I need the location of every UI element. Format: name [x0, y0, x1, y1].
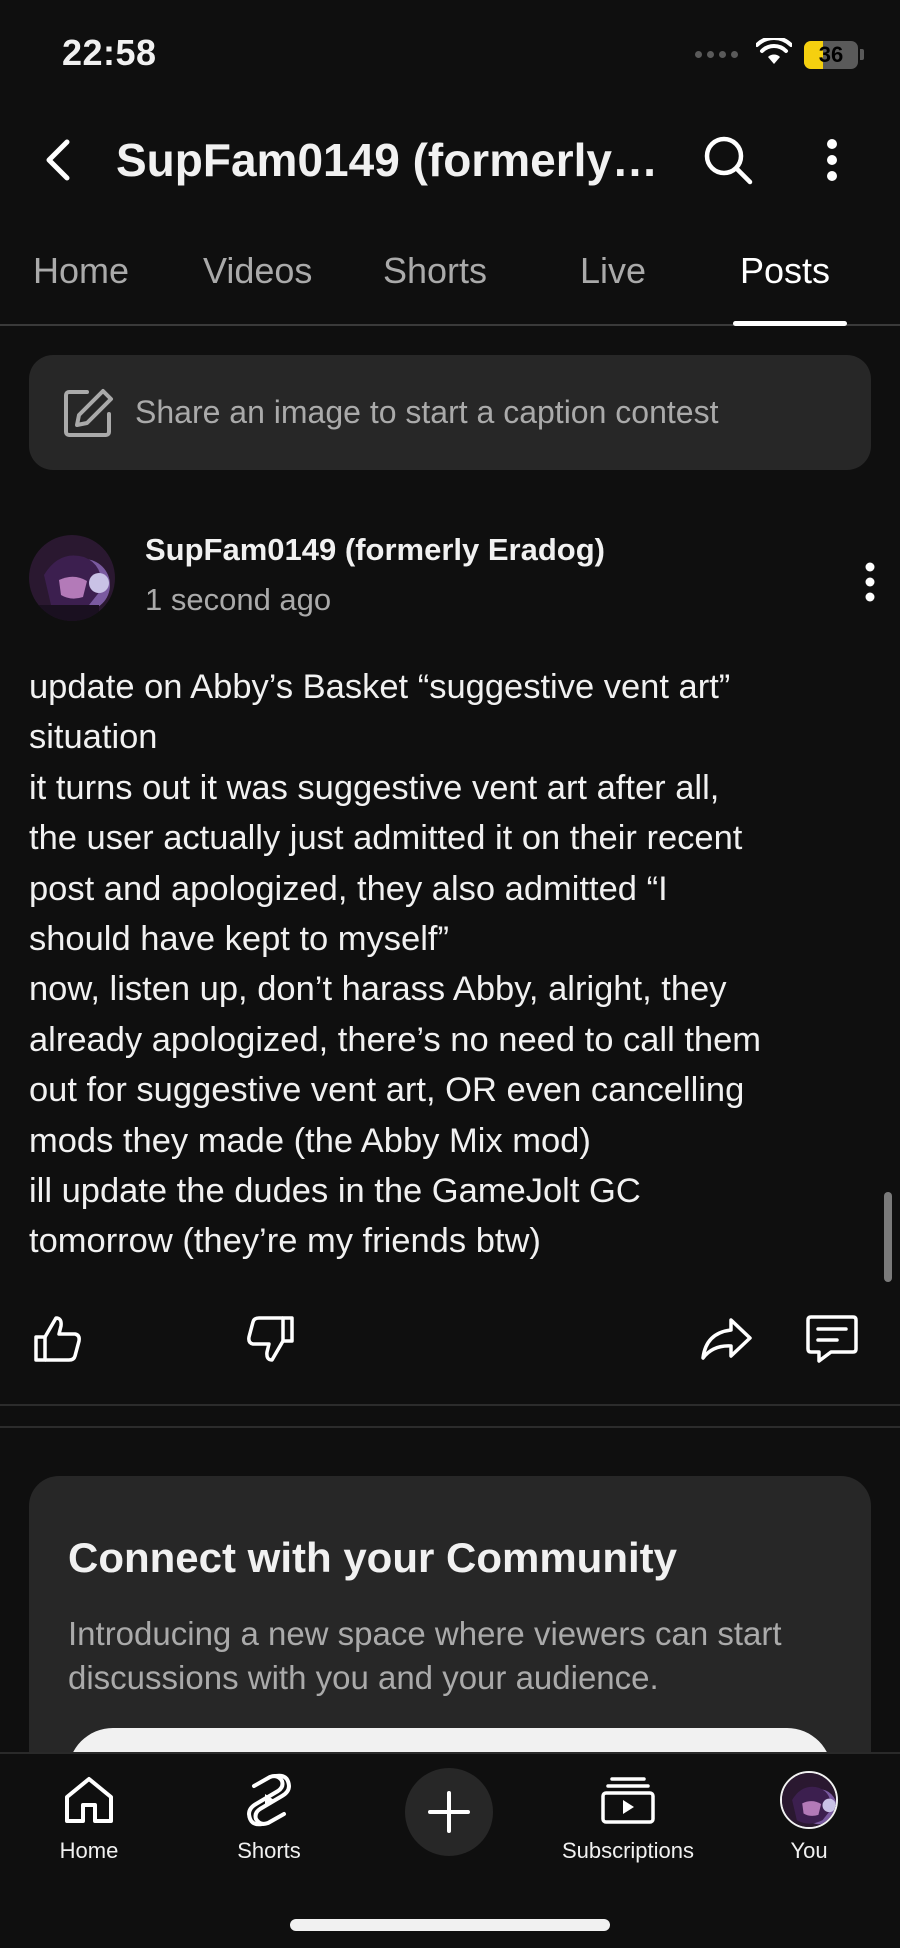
status-indicators: 36	[695, 35, 864, 71]
post-line: it turns out it was suggestive vent art …	[29, 768, 720, 807]
channel-tabs: Home Videos Shorts Live Posts	[0, 230, 900, 326]
battery-percent: 36	[818, 41, 844, 67]
battery-icon: 36	[804, 40, 864, 69]
post-line: update on Abby’s Basket “suggestive vent…	[29, 668, 731, 706]
caption-contest-prompt[interactable]: Share an image to start a caption contes…	[29, 355, 871, 470]
scrollbar[interactable]	[884, 1192, 892, 1282]
post-time: 1 second ago	[145, 582, 332, 617]
home-icon	[59, 1770, 119, 1830]
vertical-dots-icon	[865, 562, 875, 602]
post-more-button[interactable]	[855, 552, 885, 612]
comment-icon	[806, 1315, 858, 1363]
divider	[0, 1426, 900, 1428]
nav-you-label: You	[790, 1838, 828, 1863]
back-button[interactable]	[30, 132, 86, 188]
tab-shorts[interactable]: Shorts	[383, 248, 487, 308]
subscriptions-icon	[598, 1770, 658, 1830]
post-line: situation	[29, 718, 158, 757]
post-header: SupFam0149 (formerly Eradog) 1 second ag…	[29, 530, 879, 630]
post-author[interactable]: SupFam0149 (formerly Eradog)	[145, 530, 605, 570]
tab-home[interactable]: Home	[33, 248, 129, 308]
post-line: now, listen up, don’t harass Abby, alrig…	[29, 970, 727, 1009]
profile-avatar-icon	[779, 1770, 839, 1830]
wifi-icon	[755, 35, 793, 71]
status-bar: 22:58 36	[0, 0, 900, 110]
post-text: update on Abby’s Basket “suggestive vent…	[29, 662, 879, 1267]
community-description: Introducing a new space where viewers ca…	[68, 1615, 782, 1696]
nav-home[interactable]: Home	[9, 1770, 169, 1870]
nav-you[interactable]: You	[729, 1770, 889, 1870]
nav-shorts-label: Shorts	[237, 1838, 301, 1863]
nav-subscriptions-label: Subscriptions	[561, 1838, 695, 1863]
search-button[interactable]	[696, 128, 760, 192]
dislike-button[interactable]	[240, 1309, 300, 1369]
divider	[0, 1404, 900, 1406]
post-line: out for suggestive vent art, OR even can…	[29, 1071, 745, 1110]
home-indicator	[290, 1919, 610, 1931]
tab-videos[interactable]: Videos	[203, 248, 312, 308]
post-line: post and apologized, they also admitted …	[29, 869, 668, 908]
thumbs-down-icon	[247, 1316, 294, 1362]
status-time: 22:58	[62, 32, 157, 73]
post-line: the user actually just admitted it on th…	[29, 819, 743, 858]
bottom-navigation: Home Shorts Subscriptions You	[0, 1752, 900, 1948]
tab-live[interactable]: Live	[580, 248, 646, 308]
comments-button[interactable]	[802, 1309, 862, 1369]
active-tab-indicator	[733, 321, 847, 326]
nav-subscriptions[interactable]: Subscriptions	[548, 1770, 708, 1870]
post-line: mods they made (the Abby Mix mod)	[29, 1121, 591, 1160]
like-button[interactable]	[28, 1309, 88, 1369]
search-icon	[704, 136, 753, 185]
post-line: ill update the dudes in the GameJolt GC	[29, 1172, 641, 1211]
nav-shorts[interactable]: Shorts	[189, 1770, 349, 1870]
caption-contest-text: Share an image to start a caption contes…	[135, 394, 719, 430]
more-options-button[interactable]	[800, 128, 864, 192]
create-button[interactable]	[405, 1768, 493, 1856]
post-actions	[0, 1305, 900, 1375]
channel-title: SupFam0149 (formerly…	[116, 134, 658, 186]
post-line: tomorrow (they’re my friends btw)	[29, 1222, 541, 1261]
plus-icon	[428, 1791, 470, 1833]
post-line: should have kept to myself”	[29, 920, 449, 959]
vertical-dots-icon	[827, 139, 837, 181]
back-arrow-icon	[46, 139, 70, 181]
community-title: Connect with your Community	[68, 1534, 677, 1581]
cellular-signal-icon	[695, 51, 738, 58]
share-button[interactable]	[696, 1309, 756, 1369]
post-line: already apologized, there’s no need to c…	[29, 1020, 762, 1059]
thumbs-up-icon	[34, 1316, 81, 1362]
author-avatar[interactable]	[29, 535, 115, 621]
share-icon	[701, 1318, 752, 1360]
nav-home-label: Home	[59, 1838, 119, 1863]
channel-header: SupFam0149 (formerly…	[0, 118, 900, 202]
tab-posts[interactable]: Posts	[740, 248, 830, 308]
shorts-icon	[239, 1770, 299, 1830]
edit-icon	[61, 386, 115, 440]
